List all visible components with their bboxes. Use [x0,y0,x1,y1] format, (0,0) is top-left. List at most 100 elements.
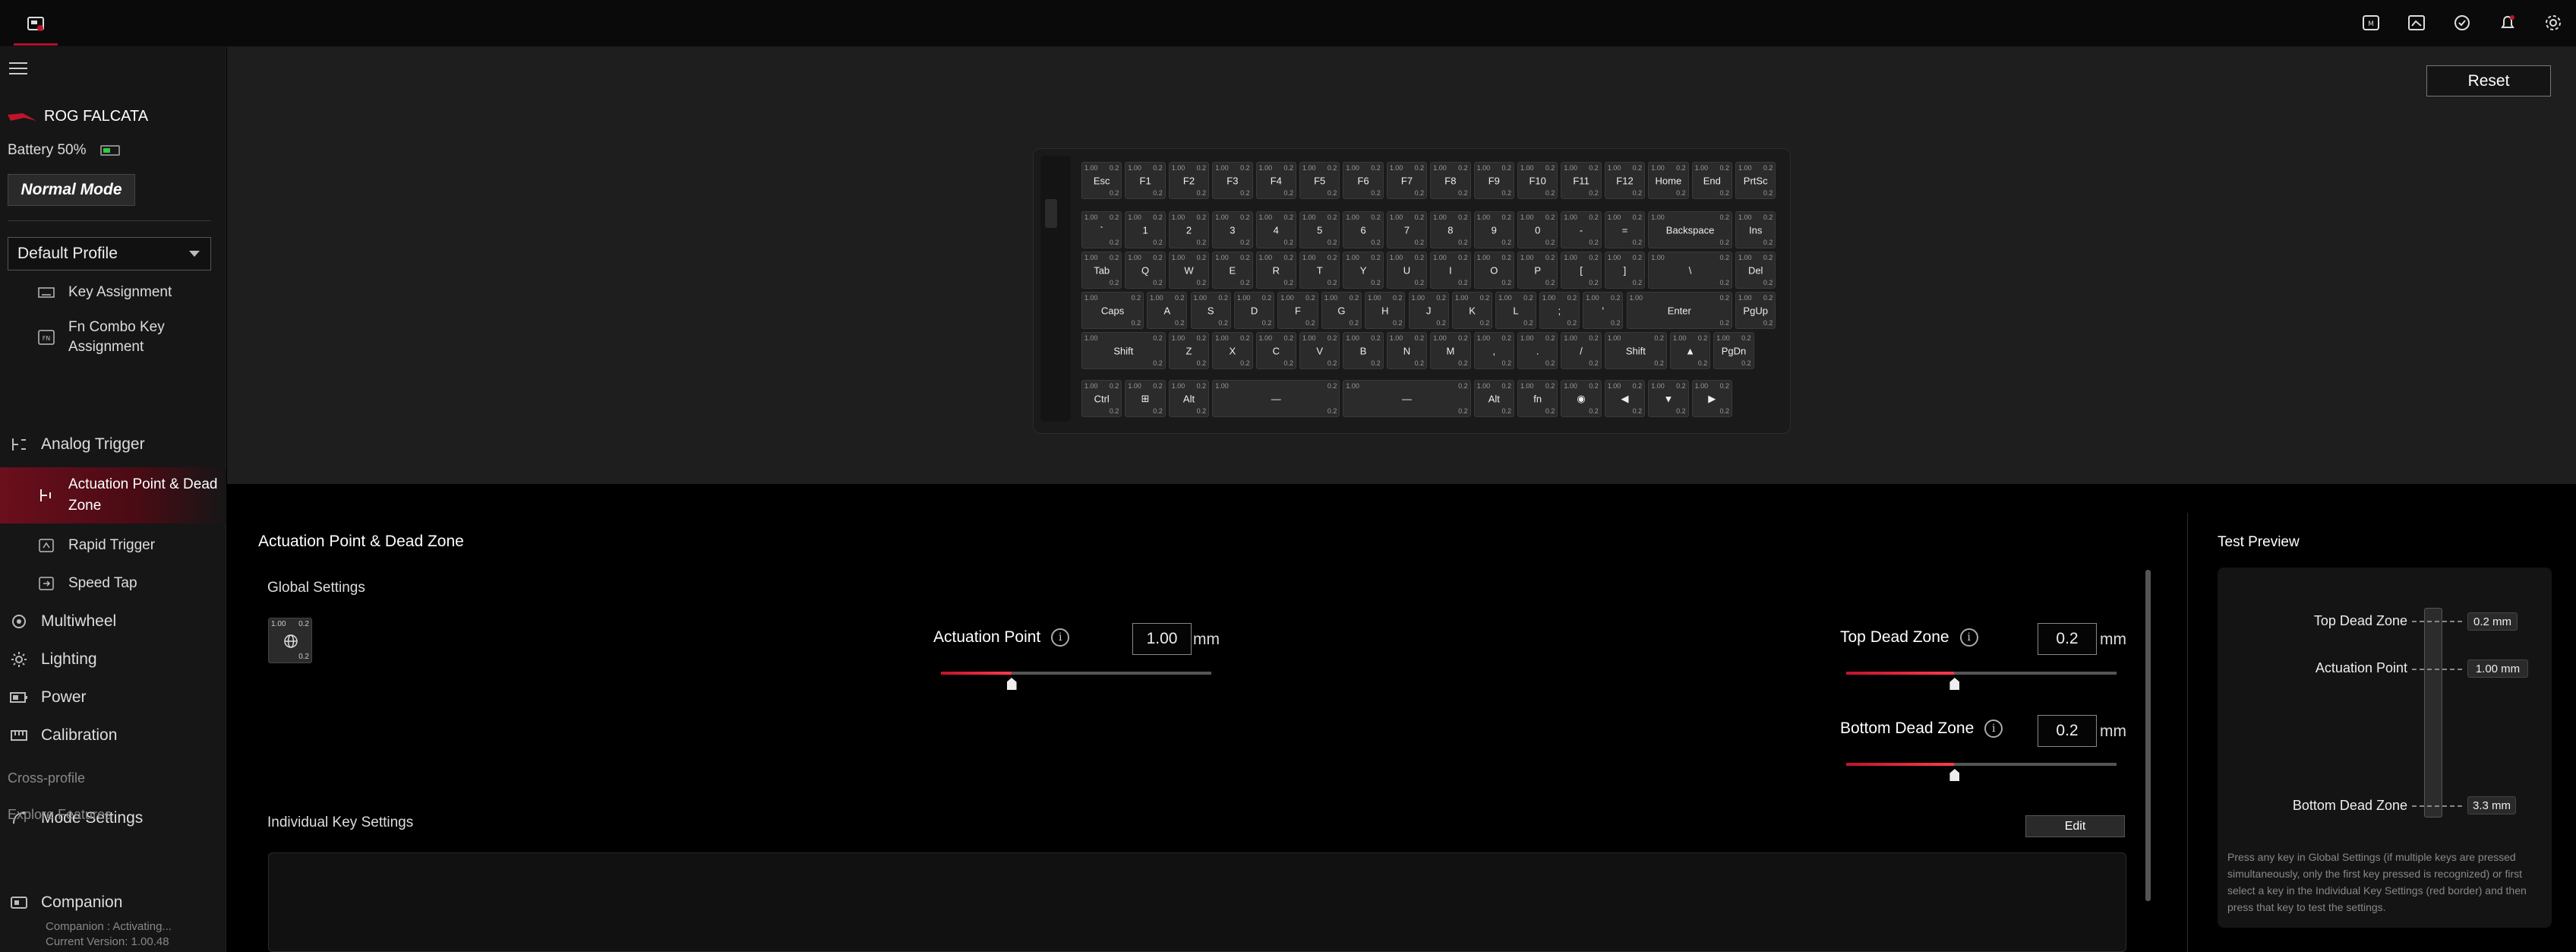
top-dead-zone-slider[interactable] [1846,672,2117,690]
key[interactable]: 1.00 0.2 0.2 5 [1299,211,1340,248]
key[interactable]: 1.00 0.2 0.2 = [1604,211,1646,248]
key[interactable]: 1.00 0.2 0.2 F6 [1343,162,1384,199]
key[interactable]: 1.00 0.2 0.2 X [1212,332,1253,369]
key[interactable]: 1.00 0.2 0.2 A [1147,292,1188,329]
key[interactable]: 1.00 0.2 0.2 7 [1386,211,1428,248]
menu-icon[interactable] [9,62,27,76]
key[interactable]: 1.00 0.2 0.2 F10 [1517,162,1558,199]
key[interactable]: 1.00 0.2 0.2 M [1430,332,1471,369]
notification-bell-icon[interactable] [2496,11,2520,35]
screenshot-icon[interactable] [2404,11,2429,35]
sidebar-item-key-assignment[interactable]: Key Assignment [0,278,226,307]
key[interactable]: 1.00 0.2 0.2 F11 [1561,162,1602,199]
key[interactable]: 1.00 0.2 0.2 ' [1583,292,1624,329]
key[interactable]: 1.00 0.2 0.2 O [1473,251,1514,289]
key[interactable]: 1.00 0.2 0.2; [1539,292,1580,329]
key[interactable]: 1.00 0.2 0.2 [ [1561,251,1602,289]
key[interactable]: 1.00 0.2 0.2, [1473,332,1514,369]
sidebar-item-speed-tap[interactable]: Speed Tap [0,568,226,599]
key[interactable]: 1.00 0.2 0.2 0 [1517,211,1558,248]
key[interactable]: 1.00 0.2 0.2 ◉ [1561,380,1602,417]
key[interactable]: 1.00 0.2 0.2 Z [1168,332,1210,369]
bottom-dead-zone-input[interactable]: 0.2 [2038,715,2097,747]
key[interactable]: 1.00 0.2 0.2 F2 [1168,162,1210,199]
key[interactable]: 1.00 0.2 0.2 F4 [1255,162,1296,199]
key[interactable]: 1.00 0.2 0.2 1 [1125,211,1166,248]
key[interactable]: 1.00 0.2 0.2 ▶ [1691,380,1732,417]
key[interactable]: 1.00 0.2 0.2 ◀ [1604,380,1646,417]
settings-gear-icon[interactable] [2541,11,2565,35]
key[interactable]: 1.00 0.2 0.2 L [1495,292,1536,329]
key[interactable]: 1.00 0.2 0.2 J [1408,292,1449,329]
key[interactable]: 1.00 0.2 0.2 ⊞ [1125,380,1166,417]
info-icon[interactable]: i [1984,720,2003,738]
key[interactable]: 1.00 0.2 0.2 Ins [1735,211,1776,248]
normal-mode-button[interactable]: Normal Mode [8,174,135,206]
edit-button[interactable]: Edit [2025,815,2125,837]
key[interactable]: 1.00 0.2 0.2 — [1343,380,1471,417]
key[interactable]: 1.00 0.2 0.2 4 [1255,211,1296,248]
key[interactable]: 1.00 0.2 0.2 Backspace [1648,211,1732,248]
key[interactable]: 1.00 0.2 0.2 T [1299,251,1340,289]
key[interactable]: 1.00 0.2 0.2 2 [1168,211,1210,248]
key[interactable]: 1.00 0.2 0.2 PgUp [1735,292,1776,329]
key[interactable]: 1.00 0.2 0.2 Alt [1168,380,1210,417]
key[interactable]: 1.00 0.2 0.2 Shift [1604,332,1667,369]
key[interactable]: 1.00 0.2 0.2 C [1255,332,1296,369]
key[interactable]: 1.00 0.2 0.2 — [1212,380,1340,417]
key[interactable]: 1.00 0.2 0.2 F7 [1386,162,1428,199]
info-icon[interactable]: i [1959,628,1978,647]
key[interactable]: 1.00 0.2 0.2 Q [1125,251,1166,289]
key[interactable]: 1.00 0.2 0.2 W [1168,251,1210,289]
top-dead-zone-input[interactable]: 0.2 [2038,623,2097,655]
key[interactable]: 1.00 0.2 0.2 3 [1212,211,1253,248]
global-key[interactable]: 1.00 0.2 0.2 [268,618,312,663]
actuation-point-slider[interactable] [941,672,1211,690]
sidebar-item-rapid-trigger[interactable]: Rapid Trigger [0,530,226,561]
key[interactable]: 1.00 0.2 0.2 F9 [1473,162,1514,199]
key[interactable]: 1.00 0.2 0.2 Shift [1081,332,1166,369]
key[interactable]: 1.00 0.2 0.2 U [1386,251,1428,289]
key[interactable]: 1.00 0.2 0.2 fn [1517,380,1558,417]
armoury-crate-icon[interactable] [14,5,58,46]
key[interactable]: 1.00 0.2 0.2 S [1190,292,1231,329]
sidebar-item-power[interactable]: Power [0,681,226,714]
key[interactable]: 1.00 0.2 0.2 R [1255,251,1296,289]
sidebar-item-lighting[interactable]: Lighting [0,643,226,676]
key[interactable]: 1.00 0.2 0.2 E [1212,251,1253,289]
scrollbar[interactable] [2145,570,2151,901]
key[interactable]: 1.00 0.2 0.2 End [1691,162,1732,199]
key[interactable]: 1.00 0.2 0.2 / [1561,332,1602,369]
key[interactable]: 1.00 0.2 0.2 ` [1081,211,1122,248]
key[interactable]: 1.00 0.2 0.2. [1517,332,1558,369]
key[interactable]: 1.00 0.2 0.2 F5 [1299,162,1340,199]
key[interactable]: 1.00 0.2 0.2 F12 [1604,162,1646,199]
key[interactable]: 1.00 0.2 0.2 D [1233,292,1275,329]
key[interactable]: 1.00 0.2 0.2 F3 [1212,162,1253,199]
key[interactable]: 1.00 0.2 0.2 Home [1648,162,1689,199]
sidebar-item-actuation-point[interactable]: Actuation Point & Dead Zone [0,467,226,523]
key[interactable]: 1.00 0.2 0.2 G [1321,292,1362,329]
key[interactable]: 1.00 0.2 0.2 Alt [1473,380,1514,417]
reset-button[interactable]: Reset [2426,65,2551,96]
key[interactable]: 1.00 0.2 0.2 PgDn [1713,332,1754,369]
key[interactable]: 1.00 0.2 0.2 9 [1473,211,1514,248]
key[interactable]: 1.00 0.2 0.2 6 [1343,211,1384,248]
key[interactable]: 1.00 0.2 0.2 F1 [1125,162,1166,199]
key[interactable]: 1.00 0.2 0.2 V [1299,332,1340,369]
key[interactable]: 1.00 0.2 0.2 ▼ [1648,380,1689,417]
profile-select[interactable]: Default Profile [8,237,211,270]
key[interactable]: 1.00 0.2 0.2- [1561,211,1602,248]
key[interactable]: 1.00 0.2 0.2 PrtSc [1735,162,1776,199]
key[interactable]: 1.00 0.2 0.2 Y [1343,251,1384,289]
key[interactable]: 1.00 0.2 0.2 Caps [1081,292,1144,329]
key[interactable]: 1.00 0.2 0.2 F8 [1430,162,1471,199]
key[interactable]: 1.00 0.2 0.2 Enter [1626,292,1732,329]
keyboard-knob[interactable] [1045,199,1057,228]
sidebar-item-fn-combo[interactable]: FN Fn Combo Key Assignment [0,315,226,360]
key[interactable]: 1.00 0.2 0.2 ▲ [1669,332,1711,369]
info-icon[interactable]: i [1051,628,1070,647]
key[interactable]: 1.00 0.2 0.2 N [1386,332,1428,369]
macro-icon[interactable]: M [2359,11,2383,35]
bottom-dead-zone-slider[interactable] [1846,763,2117,781]
